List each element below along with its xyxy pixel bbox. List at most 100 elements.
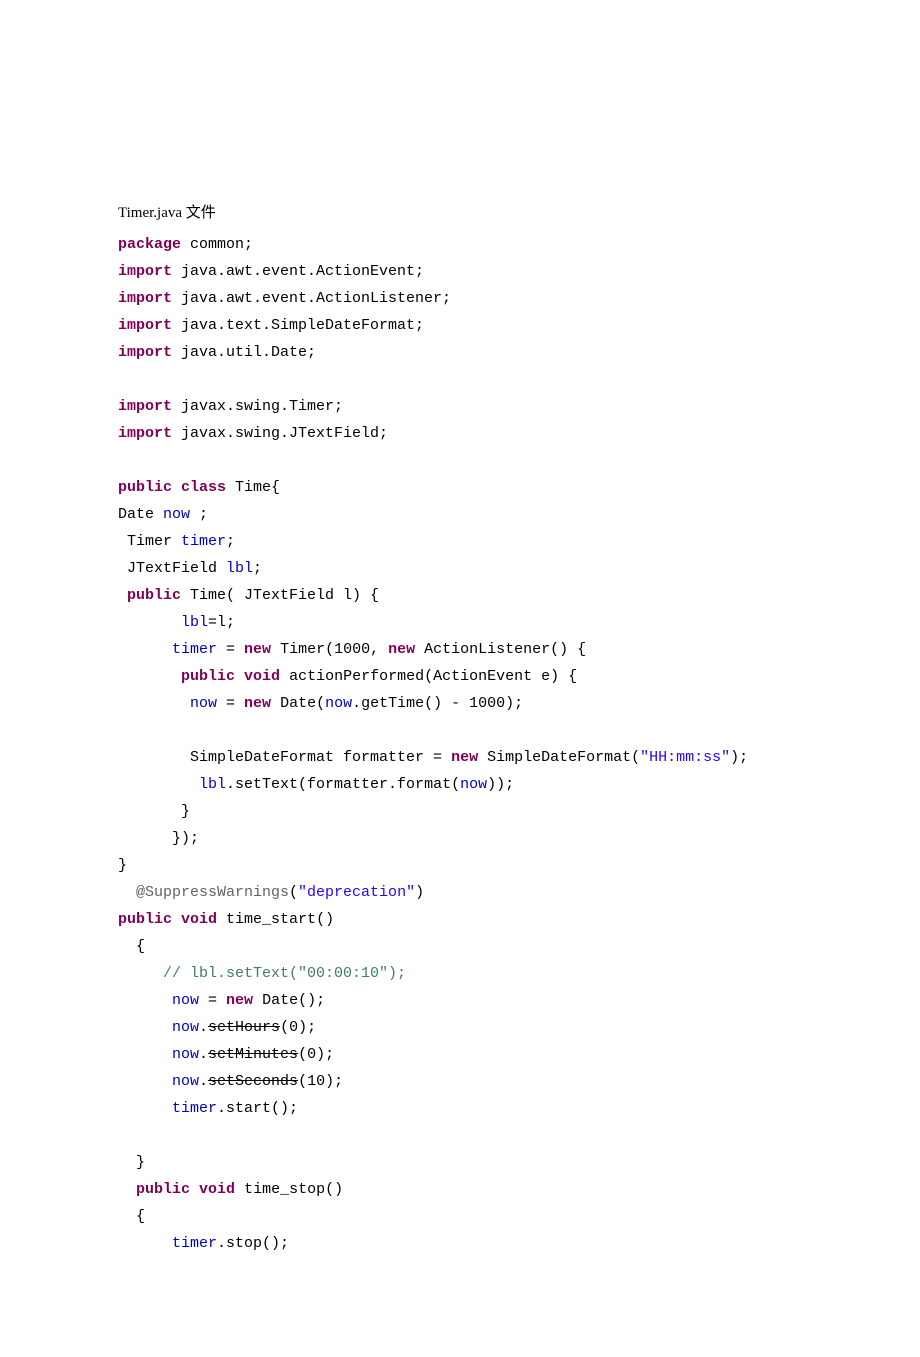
settext-c: .setText(formatter.format(: [226, 776, 460, 793]
sdf-b: SimpleDateFormat(: [478, 749, 640, 766]
ss-a: [118, 1073, 172, 1090]
tstop-c: .stop();: [217, 1235, 289, 1252]
decl-lbl-a: JTextField: [118, 560, 226, 577]
keyword-class: class: [181, 479, 226, 496]
field-lbl: lbl: [226, 560, 253, 577]
sm-a: [118, 1046, 172, 1063]
ts-now-c: =: [199, 992, 226, 1009]
keyword-new: new: [451, 749, 478, 766]
sh-e: (0);: [280, 1019, 316, 1036]
tstart-c: .start();: [217, 1100, 298, 1117]
close-1: }: [118, 803, 190, 820]
action-performed-sig: actionPerformed(ActionEvent e) {: [280, 668, 577, 685]
class-name: Time{: [226, 479, 280, 496]
decl-timer-a: Timer: [118, 533, 181, 550]
import-1: java.awt.event.ActionEvent;: [172, 263, 424, 280]
decl-lbl-c: ;: [253, 560, 262, 577]
keyword-public: public: [118, 479, 172, 496]
sh-c: .: [199, 1019, 208, 1036]
import-6: javax.swing.JTextField;: [172, 425, 388, 442]
keyword-void: void: [181, 911, 217, 928]
field-now: now: [172, 1073, 199, 1090]
comment-line: // lbl.setText("00:00:10");: [118, 965, 406, 982]
keyword-import: import: [118, 290, 172, 307]
decl-date-c: ;: [190, 506, 208, 523]
field-now: now: [325, 695, 352, 712]
lbl-assign-c: =l;: [208, 614, 235, 631]
keyword-import: import: [118, 398, 172, 415]
timer-new-a: [118, 641, 172, 658]
sm-e: (0);: [298, 1046, 334, 1063]
field-timer: timer: [172, 1100, 217, 1117]
timer-new-d: Timer(1000,: [271, 641, 388, 658]
annotation: @SuppressWarnings: [118, 884, 289, 901]
field-now: now: [172, 992, 199, 1009]
field-now: now: [460, 776, 487, 793]
file-heading: Timer.java 文件: [118, 200, 810, 227]
keyword-import: import: [118, 317, 172, 334]
keyword-public: public: [136, 1181, 190, 1198]
now-assign-a: [118, 695, 190, 712]
timer-new-c: =: [217, 641, 244, 658]
keyword-import: import: [118, 425, 172, 442]
set-seconds-call: setSeconds: [208, 1073, 298, 1090]
field-timer: timer: [172, 641, 217, 658]
keyword-public: public: [118, 911, 172, 928]
ss-c: .: [199, 1073, 208, 1090]
field-now: now: [190, 695, 217, 712]
decl-timer-c: ;: [226, 533, 235, 550]
document-page: Timer.java 文件 package common; import jav…: [0, 0, 920, 1357]
keyword-new: new: [244, 695, 271, 712]
keyword-import: import: [118, 344, 172, 361]
timer-new-e: ActionListener() {: [415, 641, 586, 658]
ann-open: (: [289, 884, 298, 901]
settext-a: [118, 776, 199, 793]
keyword-package: package: [118, 236, 181, 253]
field-now: now: [172, 1046, 199, 1063]
sdf-a: SimpleDateFormat formatter =: [118, 749, 451, 766]
ts-now-a: [118, 992, 172, 1009]
time-start-sig: time_start(): [217, 911, 334, 928]
field-lbl: lbl: [199, 776, 226, 793]
import-2: java.awt.event.ActionListener;: [172, 290, 451, 307]
lbl-assign-a: [118, 614, 181, 631]
ann-close: ): [415, 884, 424, 901]
sh-a: [118, 1019, 172, 1036]
keyword-import: import: [118, 263, 172, 280]
code-block: package common; import java.awt.event.Ac…: [118, 231, 810, 1257]
string-deprecation: "deprecation": [298, 884, 415, 901]
field-now: now: [172, 1019, 199, 1036]
decl-date-a: Date: [118, 506, 163, 523]
field-timer: timer: [181, 533, 226, 550]
keyword-void: void: [244, 668, 280, 685]
close-4: }: [118, 1154, 145, 1171]
set-minutes-call: setMinutes: [208, 1046, 298, 1063]
keyword-public: public: [181, 668, 235, 685]
import-4: java.util.Date;: [172, 344, 316, 361]
field-now: now: [163, 506, 190, 523]
open-brace: {: [118, 938, 145, 955]
ts-now-d: Date();: [253, 992, 325, 1009]
now-assign-f: .getTime() - 1000);: [352, 695, 523, 712]
string-format: "HH:mm:ss": [640, 749, 730, 766]
now-assign-c: =: [217, 695, 244, 712]
now-assign-d: Date(: [271, 695, 325, 712]
settext-e: ));: [487, 776, 514, 793]
keyword-public: public: [127, 587, 181, 604]
ctor-sig: Time( JTextField l) {: [181, 587, 379, 604]
sdf-c: );: [730, 749, 748, 766]
import-5: javax.swing.Timer;: [172, 398, 343, 415]
package-name: common;: [181, 236, 253, 253]
sm-c: .: [199, 1046, 208, 1063]
close-2: });: [118, 830, 199, 847]
import-3: java.text.SimpleDateFormat;: [172, 317, 424, 334]
keyword-void: void: [199, 1181, 235, 1198]
close-3: }: [118, 857, 127, 874]
ss-e: (10);: [298, 1073, 343, 1090]
open-brace-2: {: [118, 1208, 145, 1225]
field-lbl: lbl: [181, 614, 208, 631]
keyword-new: new: [388, 641, 415, 658]
keyword-new: new: [226, 992, 253, 1009]
keyword-new: new: [244, 641, 271, 658]
set-hours-call: setHours: [208, 1019, 280, 1036]
